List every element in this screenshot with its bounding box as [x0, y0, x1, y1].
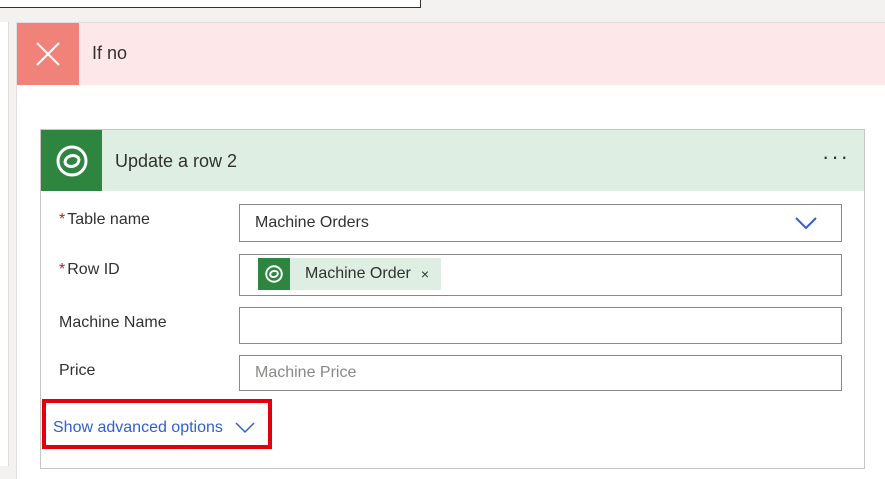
required-mark: *: [59, 261, 66, 278]
table-name-dropdown[interactable]: Machine Orders: [239, 204, 842, 242]
update-row-action-card: Update a row 2 ··· * Table name Machine O…: [40, 129, 865, 469]
chevron-down-icon: [235, 422, 255, 434]
price-placeholder: Machine Price: [255, 364, 357, 381]
show-advanced-options-label: Show advanced options: [53, 419, 223, 436]
action-header[interactable]: Update a row 2 ···: [41, 130, 864, 191]
price-label: Price: [59, 362, 96, 379]
left-branch-strip: [0, 22, 9, 466]
branch-title: If no: [92, 43, 128, 63]
table-name-label-text: Table name: [67, 211, 150, 228]
row-id-label: * Row ID: [59, 261, 120, 279]
dataverse-icon: [258, 258, 290, 290]
token-label: Machine Order: [305, 265, 411, 282]
chevron-down-icon[interactable]: [795, 216, 817, 235]
token-remove-button[interactable]: ×: [421, 266, 429, 282]
table-name-value: Machine Orders: [255, 214, 369, 231]
machine-name-input[interactable]: [239, 307, 842, 344]
show-advanced-options-link[interactable]: Show advanced options: [53, 419, 255, 437]
row-id-label-text: Row ID: [67, 261, 120, 278]
machine-name-label: Machine Name: [59, 314, 167, 331]
action-title: Update a row 2: [115, 151, 238, 171]
dynamic-content-token[interactable]: Machine Order ×: [258, 258, 441, 290]
table-name-label: * Table name: [59, 211, 150, 229]
required-mark: *: [59, 211, 66, 228]
if-no-branch: If no Update a row 2 ··· * Table name Mac…: [16, 22, 885, 479]
row-id-field[interactable]: Machine Order ×: [239, 254, 842, 296]
dataverse-icon: [41, 130, 102, 191]
price-input[interactable]: Machine Price: [239, 355, 842, 391]
branch-header[interactable]: If no: [17, 23, 885, 85]
more-options-button[interactable]: ···: [822, 146, 850, 168]
close-icon: [17, 23, 79, 85]
previous-step-box: [0, 0, 421, 8]
